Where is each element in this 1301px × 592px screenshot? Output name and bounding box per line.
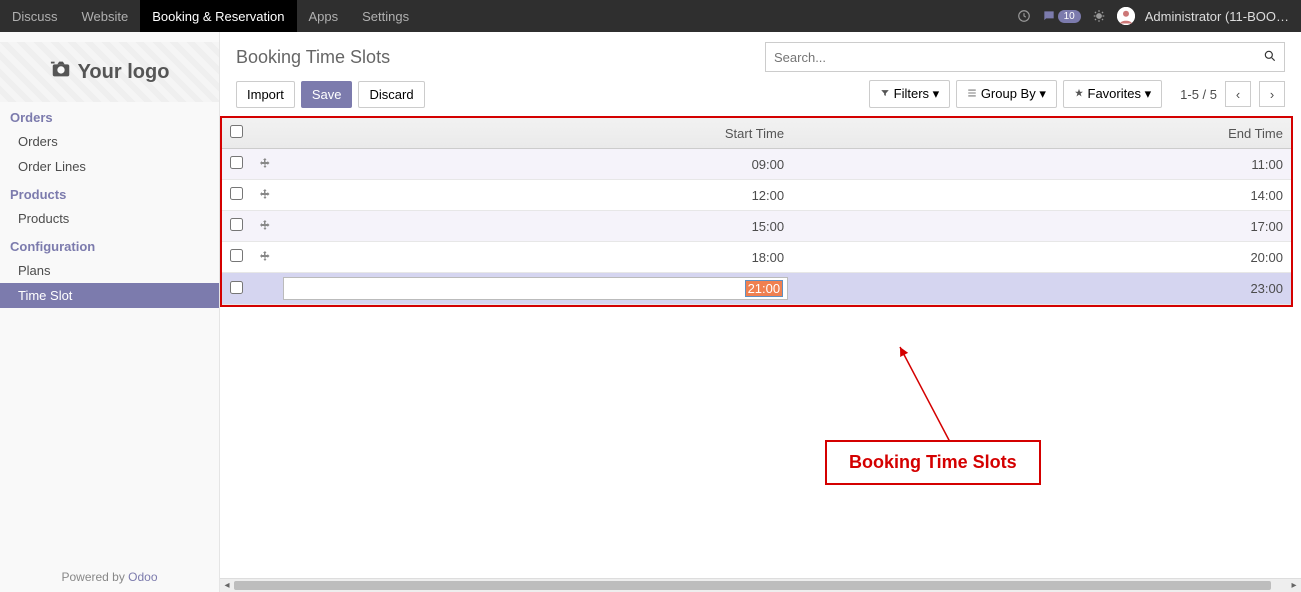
nav-item[interactable]: Website	[70, 0, 141, 32]
scrollbar-thumb[interactable]	[234, 581, 1271, 590]
annotation-arrow	[890, 342, 980, 452]
drag-handle-icon[interactable]	[251, 180, 279, 211]
start-time-cell[interactable]: 12:00	[279, 180, 792, 211]
top-navbar: DiscussWebsiteBooking & ReservationAppsS…	[0, 0, 1301, 32]
table-row[interactable]: 12:0014:00	[222, 180, 1291, 211]
pager-prev-button[interactable]: ‹	[1225, 81, 1251, 107]
row-checkbox-cell	[222, 149, 251, 180]
sidebar-section-title: Products	[0, 179, 219, 206]
user-name[interactable]: Administrator (11-BOO…	[1145, 9, 1289, 24]
table-row[interactable]: 09:0011:00	[222, 149, 1291, 180]
drag-handle-icon[interactable]	[251, 211, 279, 242]
filters-button[interactable]: Filters ▾	[869, 80, 950, 108]
logo[interactable]: Your logo	[50, 58, 170, 86]
scroll-right-icon[interactable]: ▸	[1287, 579, 1301, 592]
footer-link[interactable]: Odoo	[128, 570, 157, 584]
logo-text: Your logo	[78, 61, 170, 84]
table-row[interactable]: 15:0017:00	[222, 211, 1291, 242]
messages-badge-wrap[interactable]: 10	[1042, 9, 1081, 23]
clock-icon[interactable]	[1016, 8, 1032, 24]
drag-handle-icon[interactable]	[251, 149, 279, 180]
search-box	[765, 42, 1285, 72]
nav-menu: DiscussWebsiteBooking & ReservationAppsS…	[0, 0, 421, 32]
list-table-wrap: Start Time End Time 09:0011:0012:0014:00…	[220, 116, 1293, 307]
groupby-label: Group By	[981, 86, 1036, 101]
save-button[interactable]: Save	[301, 81, 353, 108]
nav-item[interactable]: Apps	[297, 0, 351, 32]
row-checkbox-cell	[222, 211, 251, 242]
row-checkbox-cell	[222, 242, 251, 273]
annotation-text: Booking Time Slots	[849, 452, 1017, 472]
end-time-cell[interactable]: 11:00	[792, 149, 1291, 180]
table-row[interactable]: 18:0020:00	[222, 242, 1291, 273]
nav-item[interactable]: Settings	[350, 0, 421, 32]
pager: 1-5 / 5 ‹ ›	[1180, 81, 1285, 107]
favorites-button[interactable]: Favorites ▾	[1063, 80, 1162, 108]
groupby-button[interactable]: Group By ▾	[956, 80, 1057, 108]
end-time-cell[interactable]: 17:00	[792, 211, 1291, 242]
end-time-cell[interactable]: 23:00	[792, 273, 1291, 305]
start-time-cell[interactable]: 18:00	[279, 242, 792, 273]
footer-prefix: Powered by	[61, 570, 128, 584]
row-checkbox[interactable]	[230, 218, 243, 231]
select-all-checkbox[interactable]	[230, 125, 243, 138]
sidebar-item[interactable]: Order Lines	[0, 154, 219, 179]
row-checkbox[interactable]	[230, 187, 243, 200]
table-row[interactable]: 21:0023:00	[222, 273, 1291, 305]
sidebar-item[interactable]: Orders	[0, 129, 219, 154]
start-time-cell[interactable]: 21:00	[279, 273, 792, 305]
favorites-label: Favorites	[1088, 86, 1141, 101]
avatar[interactable]	[1117, 7, 1135, 25]
sidebar: Your logo OrdersOrdersOrder LinesProduct…	[0, 32, 220, 592]
start-time-cell[interactable]: 09:00	[279, 149, 792, 180]
bug-icon[interactable]	[1091, 8, 1107, 24]
header-checkbox	[222, 118, 251, 149]
sidebar-item[interactable]: Plans	[0, 258, 219, 283]
row-checkbox[interactable]	[230, 281, 243, 294]
chevron-down-icon: ▾	[933, 86, 940, 101]
main-area: Booking Time Slots Import Save Discard	[220, 32, 1301, 592]
messages-count: 10	[1058, 10, 1081, 23]
nav-item[interactable]: Booking & Reservation	[140, 0, 296, 32]
header-handle	[251, 118, 279, 149]
header-end-time[interactable]: End Time	[792, 118, 1291, 149]
row-checkbox-cell	[222, 180, 251, 211]
row-checkbox-cell	[222, 273, 251, 305]
discard-button[interactable]: Discard	[358, 81, 424, 108]
nav-right: 10 Administrator (11-BOO…	[1016, 7, 1301, 25]
row-checkbox[interactable]	[230, 249, 243, 262]
import-button[interactable]: Import	[236, 81, 295, 108]
start-time-cell[interactable]: 15:00	[279, 211, 792, 242]
header-start-time[interactable]: Start Time	[279, 118, 792, 149]
end-time-cell[interactable]: 14:00	[792, 180, 1291, 211]
chevron-down-icon: ▾	[1145, 86, 1152, 101]
scroll-left-icon[interactable]: ◂	[220, 579, 234, 592]
sidebar-section-title: Configuration	[0, 231, 219, 258]
pager-next-button[interactable]: ›	[1259, 81, 1285, 107]
annotation-callout: Booking Time Slots	[825, 440, 1041, 485]
sidebar-item[interactable]: Time Slot	[0, 283, 219, 308]
horizontal-scrollbar[interactable]: ◂ ▸	[220, 578, 1301, 592]
drag-handle-icon[interactable]	[251, 242, 279, 273]
end-time-cell[interactable]: 20:00	[792, 242, 1291, 273]
sidebar-item[interactable]: Products	[0, 206, 219, 231]
time-slot-table: Start Time End Time 09:0011:0012:0014:00…	[222, 118, 1291, 305]
search-input[interactable]	[766, 46, 1256, 69]
camera-icon	[50, 58, 72, 86]
sidebar-footer: Powered by Odoo	[0, 562, 219, 592]
nav-item[interactable]: Discuss	[0, 0, 70, 32]
start-time-input[interactable]: 21:00	[283, 277, 788, 300]
control-panel: Booking Time Slots Import Save Discard	[220, 32, 1301, 116]
sidebar-section-title: Orders	[0, 102, 219, 129]
drag-handle-icon	[251, 273, 279, 305]
page-title: Booking Time Slots	[236, 47, 390, 68]
pager-text: 1-5 / 5	[1180, 87, 1217, 102]
filters-label: Filters	[894, 86, 929, 101]
logo-zone: Your logo	[0, 42, 219, 102]
search-icon[interactable]	[1256, 49, 1284, 66]
row-checkbox[interactable]	[230, 156, 243, 169]
chevron-down-icon: ▾	[1039, 86, 1046, 101]
